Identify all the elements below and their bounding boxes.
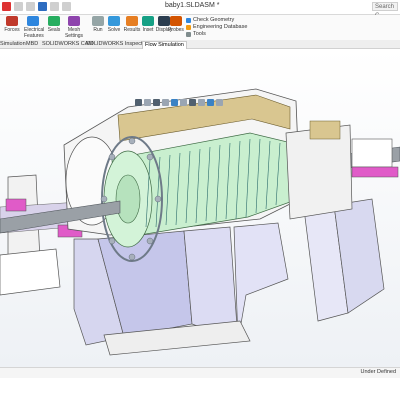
graphics-viewport[interactable]	[0, 49, 400, 367]
print-icon[interactable]	[50, 2, 59, 11]
title-bar: baby1.SLDASM * Search C	[0, 0, 400, 19]
probes-icon	[170, 16, 182, 26]
status-bar: Under Defined	[0, 367, 400, 378]
ribbon-tools-list: Check Geometry Engineering Database Tool…	[186, 17, 247, 38]
solve-button[interactable]: Solve	[104, 16, 124, 40]
results-icon	[126, 16, 138, 26]
quick-access-toolbar	[2, 2, 71, 11]
tools-item[interactable]: Tools	[186, 31, 247, 38]
left-base-plate	[0, 248, 61, 296]
right-section-cut	[309, 120, 341, 140]
hide-show-items-icon[interactable]	[189, 99, 196, 106]
right-magenta-seal	[351, 166, 399, 178]
center-support-face	[233, 222, 289, 342]
heads-up-view-toolbar	[135, 99, 223, 106]
left-magenta-seal	[5, 198, 27, 212]
forces-icon	[6, 16, 18, 26]
tab-simulation[interactable]: Simulation	[0, 41, 26, 48]
solve-icon	[108, 16, 120, 26]
undo-icon[interactable]	[62, 2, 71, 11]
engineering-database-item[interactable]: Engineering Database	[186, 24, 247, 31]
window-title: baby1.SLDASM *	[165, 2, 220, 9]
inset-icon	[142, 16, 154, 26]
section-view-icon[interactable]	[162, 99, 169, 106]
seals-button[interactable]: Seals	[44, 16, 64, 40]
solidworks-window: baby1.SLDASM * Search C Forces Electrica…	[0, 0, 400, 400]
view-settings-icon[interactable]	[216, 99, 223, 106]
tab-solidworks-inspection[interactable]: SOLIDWORKS Inspection	[86, 41, 150, 48]
rotor-bore	[115, 174, 141, 224]
view-orientation-icon[interactable]	[171, 99, 178, 106]
run-icon	[92, 16, 104, 26]
forces-button[interactable]: Forces	[2, 16, 22, 40]
electrical-features-button[interactable]: Electrical Features	[24, 16, 44, 40]
display-style-icon[interactable]	[180, 99, 187, 106]
zoom-to-fit-icon[interactable]	[135, 99, 142, 106]
search-commands-input[interactable]: Search C	[372, 2, 398, 19]
mesh-icon	[68, 16, 80, 26]
solidworks-logo-icon	[2, 2, 11, 11]
previous-view-icon[interactable]	[153, 99, 160, 106]
tab-flow-simulation[interactable]: Flow Simulation	[142, 41, 187, 49]
zoom-area-icon[interactable]	[144, 99, 151, 106]
right-end-cap	[351, 138, 393, 168]
database-icon	[186, 25, 191, 30]
mesh-settings-button[interactable]: Mesh Settings	[64, 16, 84, 40]
new-file-icon[interactable]	[14, 2, 23, 11]
turbine-assembly-model[interactable]	[0, 49, 400, 367]
edit-appearance-icon[interactable]	[198, 99, 205, 106]
seals-icon	[48, 16, 60, 26]
open-file-icon[interactable]	[26, 2, 35, 11]
tab-mbd[interactable]: MBD	[26, 41, 38, 48]
command-manager-tabs: Simulation MBD SOLIDWORKS CAM SOLIDWORKS…	[0, 40, 400, 49]
bottom-blank-area	[0, 378, 400, 400]
check-geometry-icon	[186, 18, 191, 23]
save-icon[interactable]	[38, 2, 47, 11]
electrical-icon	[27, 16, 39, 26]
probes-button[interactable]: Probes	[168, 16, 184, 40]
command-manager-ribbon: Forces Electrical Features Seals Mesh Se…	[0, 15, 400, 41]
apply-scene-icon[interactable]	[207, 99, 214, 106]
tools-icon	[186, 32, 191, 37]
check-geometry-item[interactable]: Check Geometry	[186, 17, 247, 24]
status-definition-text: Under Defined	[360, 369, 396, 375]
